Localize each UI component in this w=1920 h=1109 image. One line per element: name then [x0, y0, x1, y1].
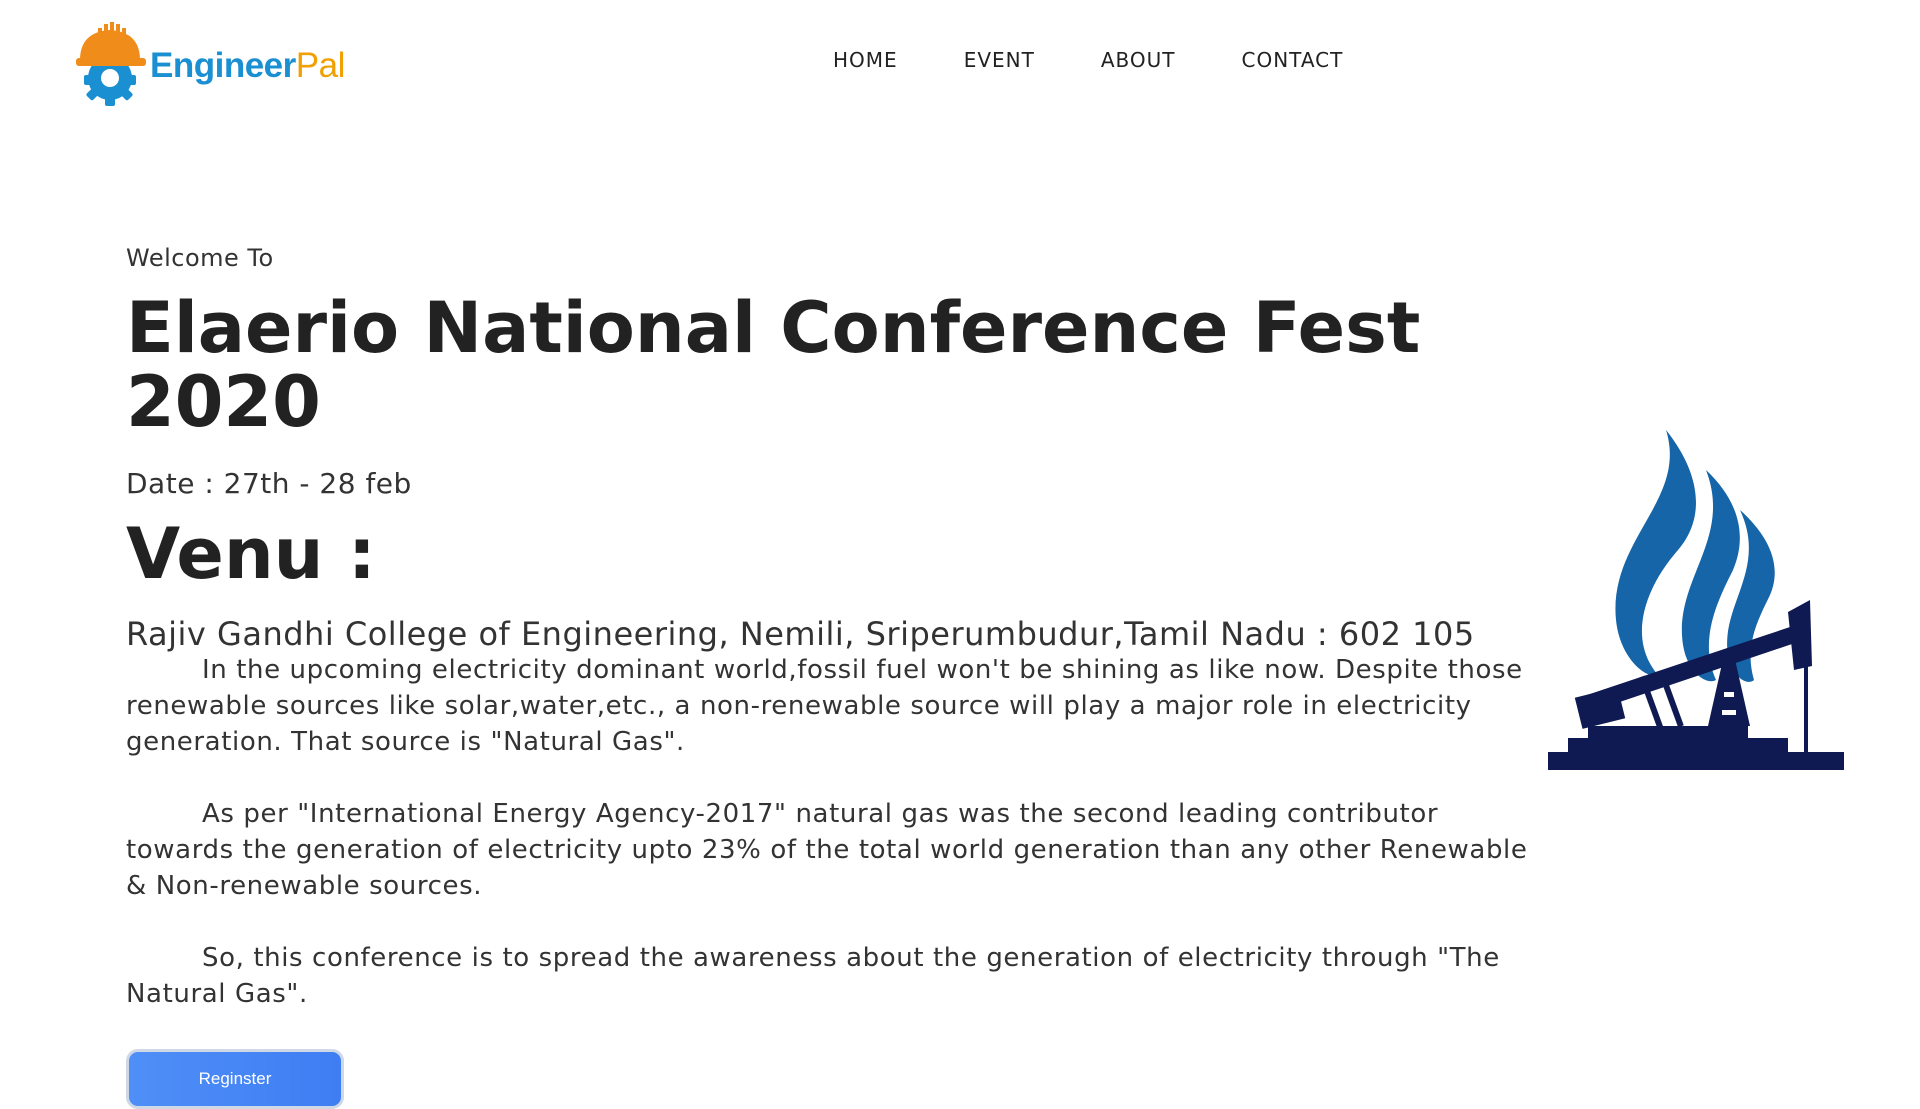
nav-contact[interactable]: CONTACT [1241, 48, 1343, 72]
logo-word-engineer: Engineer [150, 45, 296, 85]
nav-about[interactable]: ABOUT [1101, 48, 1176, 72]
site-header: EngineerPal HOME EVENT ABOUT CONTACT [0, 0, 1920, 130]
hero-section: Welcome To Elaerio National Conference F… [126, 244, 1546, 653]
nav-event[interactable]: EVENT [964, 48, 1035, 72]
engineer-helmet-gear-icon [76, 22, 146, 106]
description-section: In the upcoming electricity dominant wor… [126, 652, 1546, 1048]
nav-home[interactable]: HOME [833, 48, 898, 72]
welcome-text: Welcome To [126, 244, 274, 272]
description-paragraph: As per "International Energy Agency-2017… [126, 799, 1528, 901]
description-paragraph: So, this conference is to spread the awa… [126, 943, 1500, 1009]
register-button[interactable]: Reginster [126, 1049, 344, 1109]
main-nav: HOME EVENT ABOUT CONTACT [833, 48, 1343, 72]
description-paragraph: In the upcoming electricity dominant wor… [126, 655, 1523, 757]
event-date: Date : 27th - 28 feb [126, 467, 412, 500]
natural-gas-flame-pump-icon [1548, 430, 1844, 770]
logo-word-pal: Pal [295, 45, 346, 85]
page-title: Elaerio National Conference Fest 2020 [126, 287, 1421, 443]
venue-heading: Venu : [126, 513, 376, 595]
logo-link[interactable]: EngineerPal [76, 20, 345, 106]
logo-text: EngineerPal [150, 44, 345, 83]
venue-address: Rajiv Gandhi College of Engineering, Nem… [126, 615, 1475, 653]
